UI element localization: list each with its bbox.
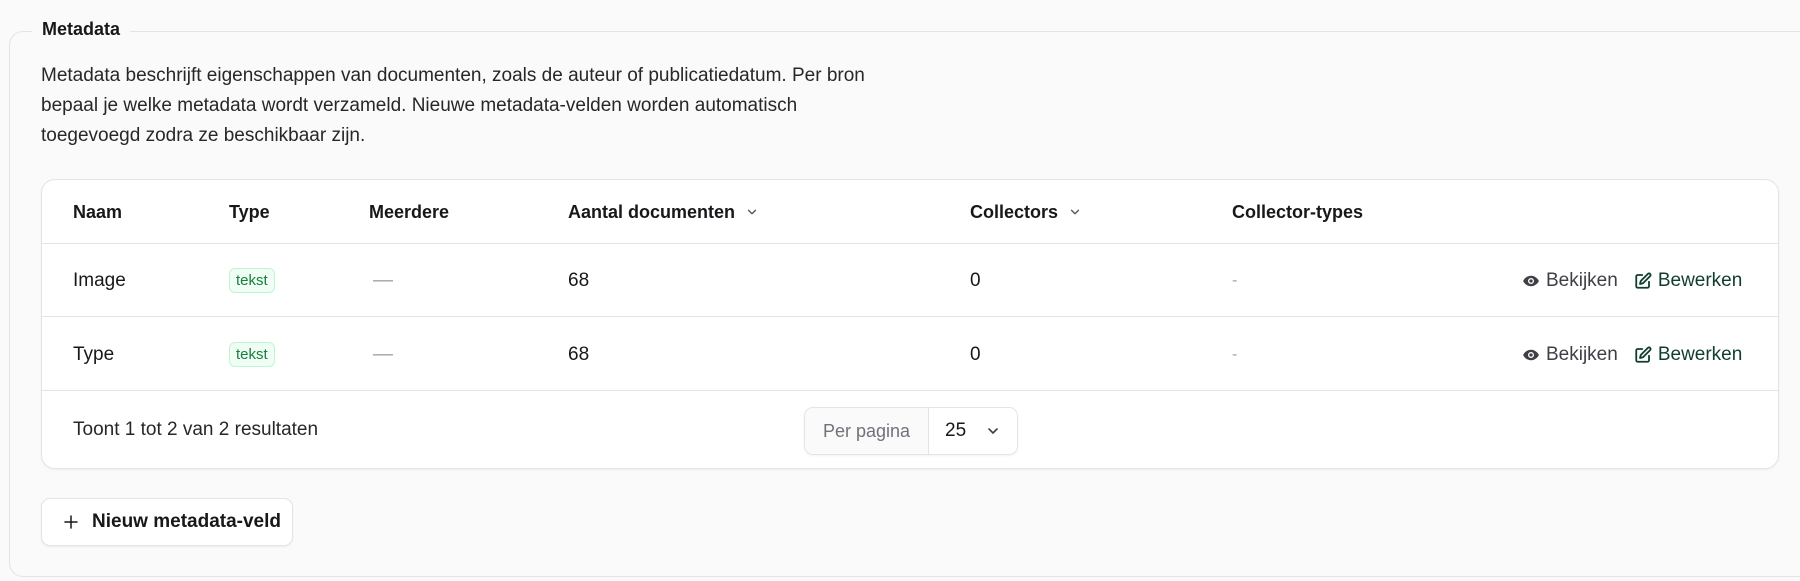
eye-icon: [1523, 349, 1539, 360]
cell-meerdere: —: [373, 343, 393, 365]
per-page-control: Per pagina 25: [804, 407, 1018, 455]
eye-icon: [1523, 275, 1539, 286]
row-actions: Bekijken Bewerken: [1522, 318, 1742, 391]
metadata-table-card: Naam Type Meerdere Aantal documenten Col…: [41, 179, 1779, 469]
column-header-type: Type: [229, 201, 270, 222]
column-header-collectors[interactable]: Collectors: [970, 180, 1082, 244]
chevron-down-icon: [988, 428, 998, 434]
type-badge: tekst: [229, 268, 275, 293]
type-badge: tekst: [229, 342, 275, 367]
plus-icon: [64, 515, 78, 529]
table-row: Image tekst — 68 0 - Bekijken Bewerken: [42, 244, 1778, 317]
cell-type: tekst: [229, 318, 275, 391]
edit-icon: [1635, 346, 1652, 363]
cell-aantal-documenten: 68: [568, 343, 590, 365]
edit-button[interactable]: Bewerken: [1634, 344, 1742, 366]
cell-aantal-documenten: 68: [568, 269, 590, 291]
chevron-down-icon: [747, 209, 757, 215]
per-page-select[interactable]: 25: [929, 408, 1017, 454]
table-row: Type tekst — 68 0 - Bekijken Bewerken: [42, 318, 1778, 391]
column-header-aantal-documenten[interactable]: Aantal documenten: [568, 180, 759, 244]
cell-collectors: 0: [970, 343, 981, 365]
edit-icon: [1635, 272, 1652, 289]
chevron-down-icon: [1070, 209, 1080, 215]
cell-naam: Image: [73, 269, 126, 291]
table-footer: Toont 1 tot 2 van 2 resultaten Per pagin…: [42, 391, 1778, 468]
cell-collector-types: -: [1232, 345, 1238, 363]
cell-type: tekst: [229, 244, 275, 317]
view-button[interactable]: Bekijken: [1522, 344, 1618, 366]
results-summary: Toont 1 tot 2 van 2 resultaten: [73, 419, 319, 440]
section-description: Metadata beschrijft eigenschappen van do…: [41, 65, 865, 146]
column-header-collector-types: Collector-types: [1232, 201, 1364, 222]
new-metadata-field-button[interactable]: Nieuw metadata-veld: [41, 498, 293, 546]
section-legend: Metadata: [32, 19, 131, 40]
column-header-naam: Naam: [73, 201, 123, 222]
column-header-meerdere: Meerdere: [369, 201, 450, 222]
cell-naam: Type: [73, 343, 115, 365]
per-page-label: Per pagina: [805, 408, 929, 454]
edit-button[interactable]: Bewerken: [1634, 270, 1742, 292]
view-button[interactable]: Bekijken: [1522, 270, 1618, 292]
row-actions: Bekijken Bewerken: [1522, 244, 1742, 317]
cell-collector-types: -: [1232, 271, 1238, 289]
cell-meerdere: —: [373, 269, 393, 291]
per-page-value: 25: [945, 420, 967, 441]
cell-collectors: 0: [970, 269, 981, 291]
table-header: Naam Type Meerdere Aantal documenten Col…: [42, 180, 1778, 244]
